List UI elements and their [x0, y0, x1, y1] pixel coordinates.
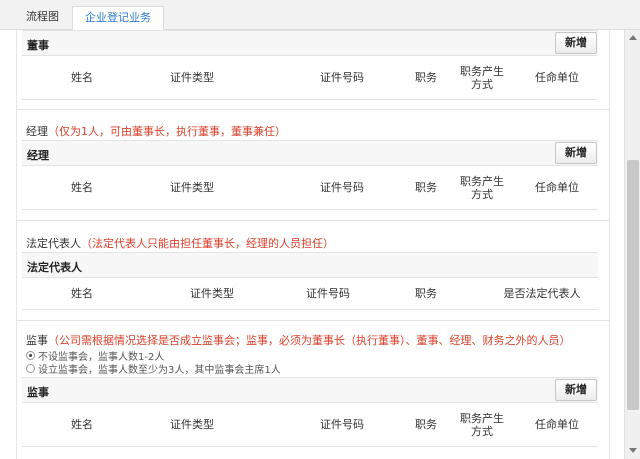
scroll-down-button[interactable]	[625, 443, 640, 459]
radio-selected-icon[interactable]	[26, 351, 35, 360]
col-id-number: 证件号码	[320, 71, 364, 84]
scroll-up-button[interactable]	[625, 30, 640, 46]
col-id-number: 证件号码	[320, 418, 364, 431]
legal-rep-column-header: 姓名 证件类型 证件号码 职务 是否法定代表人	[22, 278, 598, 310]
col-position: 职务	[415, 418, 437, 431]
col-id-type: 证件类型	[170, 181, 214, 194]
col-is-legal-rep: 是否法定代表人	[503, 287, 581, 300]
legal-rep-note: （法定代表人只能由担任董事长，经理的人员担任）	[81, 237, 334, 250]
add-supervisor-button[interactable]: 新增	[555, 379, 597, 401]
col-position: 职务	[415, 71, 437, 84]
tab-enterprise-registration[interactable]: 企业登记业务	[72, 6, 164, 31]
section-separator	[16, 320, 610, 321]
content-border-right	[609, 30, 610, 459]
supervisors-section-title: 监事（公司需根据情况选择是否成立监事会；监事，必须为董事长（执行董事）、董事、经…	[26, 334, 571, 347]
col-position-method: 职务产生 方式	[460, 64, 504, 91]
legal-rep-bar-label: 法定代表人	[27, 261, 82, 274]
col-id-number: 证件号码	[320, 181, 364, 194]
arrow-up-icon	[629, 35, 637, 40]
add-director-button[interactable]: 新增	[555, 32, 597, 54]
supervisors-note: （公司需根据情况选择是否成立监事会；监事，必须为董事长（执行董事）、董事、经理、…	[48, 334, 571, 347]
legal-rep-header-bar: 法定代表人	[22, 252, 598, 278]
manager-note: （仅为1人，可由董事长，执行董事，董事兼任）	[48, 125, 286, 138]
col-id-type: 证件类型	[170, 418, 214, 431]
content-area: 董事 新增 姓名 证件类型 证件号码 职务 职务产生 方式 任命单位 经理（仅为…	[0, 30, 624, 459]
tab-bar: 流程图 企业登记业务	[0, 0, 640, 31]
content-border-left	[16, 30, 17, 459]
supervisors-column-header: 姓名 证件类型 证件号码 职务 职务产生 方式 任命单位	[22, 403, 598, 447]
directors-bar-label: 董事	[27, 39, 49, 52]
supervisor-option-board[interactable]: 设立监事会，监事人数至少为3人，其中监事会主席1人	[26, 361, 281, 376]
col-id-type: 证件类型	[170, 71, 214, 84]
directors-column-header: 姓名 证件类型 证件号码 职务 职务产生 方式 任命单位	[22, 56, 598, 100]
legal-rep-section-title: 法定代表人（法定代表人只能由担任董事长，经理的人员担任）	[26, 237, 334, 250]
tab-flowchart[interactable]: 流程图	[14, 6, 71, 30]
manager-bar-label: 经理	[27, 149, 49, 162]
col-id-number: 证件号码	[306, 287, 350, 300]
vertical-scrollbar[interactable]	[624, 30, 640, 459]
col-appointing-unit: 任命单位	[535, 181, 579, 194]
col-position-method: 职务产生 方式	[460, 411, 504, 438]
col-position-method: 职务产生 方式	[460, 174, 504, 201]
manager-header-bar: 经理 新增	[22, 140, 598, 166]
scroll-thumb[interactable]	[627, 160, 639, 410]
col-name: 姓名	[71, 418, 93, 431]
manager-column-header: 姓名 证件类型 证件号码 职务 职务产生 方式 任命单位	[22, 166, 598, 210]
col-id-type: 证件类型	[190, 287, 234, 300]
section-separator	[16, 109, 610, 110]
col-name: 姓名	[71, 287, 93, 300]
supervisors-bar-label: 监事	[27, 386, 49, 399]
col-position: 职务	[415, 181, 437, 194]
col-position: 职务	[415, 287, 437, 300]
col-name: 姓名	[71, 71, 93, 84]
directors-header-bar: 董事 新增	[22, 30, 598, 56]
col-name: 姓名	[71, 181, 93, 194]
col-appointing-unit: 任命单位	[535, 71, 579, 84]
add-manager-button[interactable]: 新增	[555, 142, 597, 164]
col-appointing-unit: 任命单位	[535, 418, 579, 431]
section-separator	[16, 220, 610, 221]
radio-unselected-icon[interactable]	[26, 364, 35, 373]
arrow-down-icon	[629, 448, 637, 453]
supervisors-header-bar: 监事 新增	[22, 377, 598, 403]
manager-section-title: 经理（仅为1人，可由董事长，执行董事，董事兼任）	[26, 125, 286, 138]
